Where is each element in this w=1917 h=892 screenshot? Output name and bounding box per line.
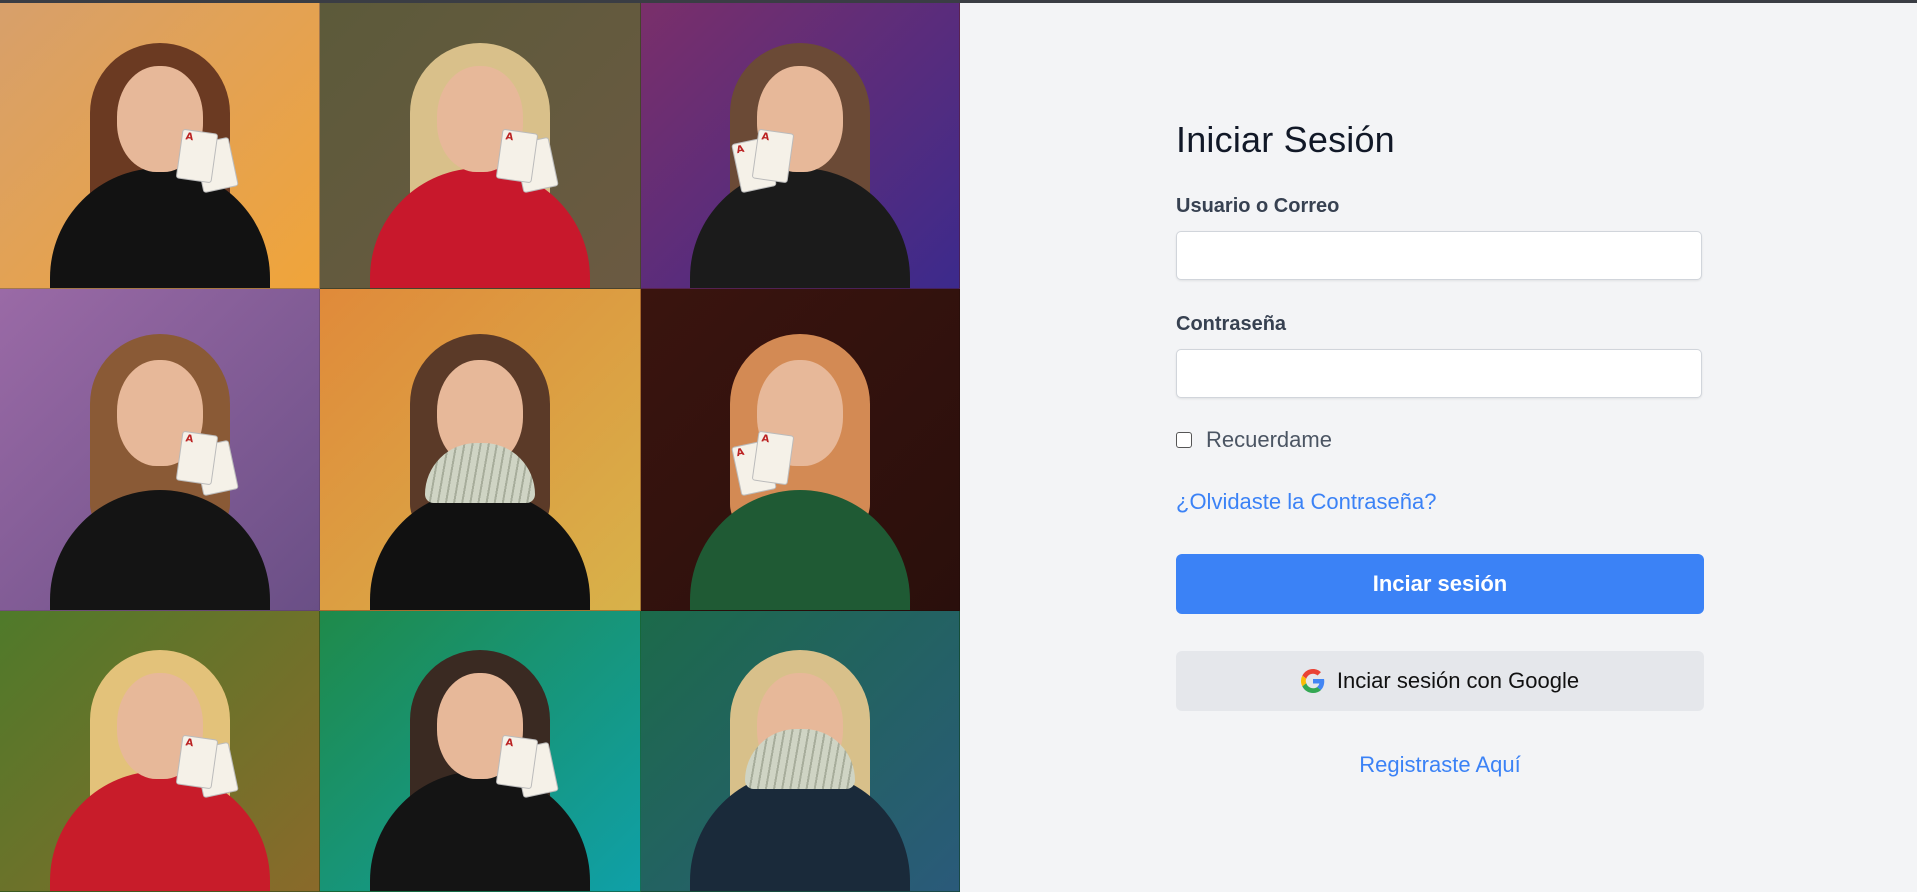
password-input[interactable] bbox=[1176, 349, 1702, 398]
username-input[interactable] bbox=[1176, 231, 1702, 280]
collage-photo bbox=[0, 289, 320, 611]
photo-body bbox=[690, 771, 910, 891]
photo-body bbox=[690, 490, 910, 610]
playing-card bbox=[752, 128, 795, 184]
username-label: Usuario o Correo bbox=[1176, 195, 1340, 217]
playing-card bbox=[495, 734, 539, 790]
playing-card bbox=[175, 734, 218, 790]
remember-row: Recuerdame bbox=[1176, 427, 1332, 453]
remember-checkbox[interactable] bbox=[1176, 432, 1192, 448]
photo-collage bbox=[0, 3, 960, 892]
password-label: Contraseña bbox=[1176, 313, 1287, 335]
playing-card bbox=[752, 431, 795, 486]
playing-card bbox=[175, 128, 218, 184]
collage-photo bbox=[0, 3, 320, 289]
playing-card bbox=[175, 431, 218, 486]
google-icon bbox=[1300, 669, 1325, 693]
collage-photo bbox=[0, 611, 320, 892]
photo-body bbox=[49, 490, 270, 610]
collage-photo bbox=[641, 611, 960, 892]
collage-photo bbox=[320, 289, 641, 611]
photo-body bbox=[690, 168, 910, 288]
collage-photo bbox=[320, 3, 641, 289]
playing-card bbox=[495, 128, 539, 184]
remember-label: Recuerdame bbox=[1206, 427, 1332, 452]
login-button[interactable]: Inciar sesión bbox=[1176, 554, 1704, 614]
google-button-label: Inciar sesión con Google bbox=[1336, 668, 1580, 693]
register-link[interactable]: Registraste Aquí bbox=[1176, 752, 1704, 778]
collage-photo bbox=[320, 611, 641, 892]
login-panel: Iniciar Sesión Usuario o Correo Contrase… bbox=[960, 3, 1917, 892]
forgot-password-link[interactable]: ¿Olvidaste la Contraseña? bbox=[1176, 489, 1436, 515]
collage-photo bbox=[641, 3, 960, 289]
photo-body bbox=[370, 490, 590, 610]
photo-body bbox=[370, 168, 590, 288]
google-login-button[interactable]: Inciar sesión con Google bbox=[1176, 651, 1704, 711]
page-title: Iniciar Sesión bbox=[1176, 119, 1395, 160]
collage-photo bbox=[641, 289, 960, 611]
